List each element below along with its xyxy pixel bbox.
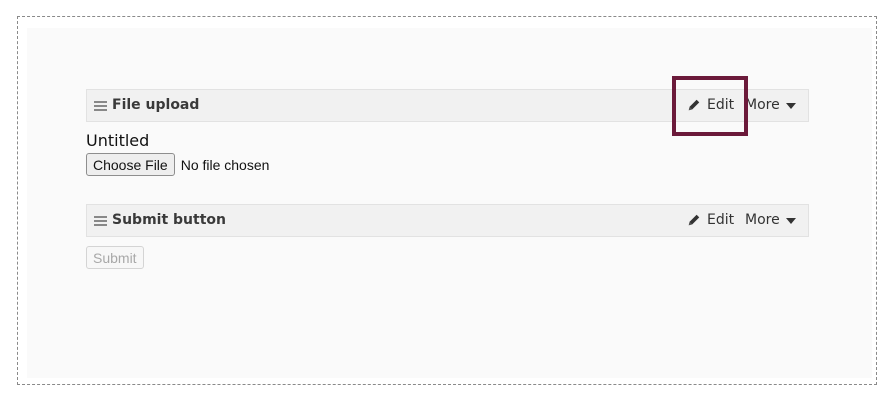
pencil-icon — [688, 99, 700, 111]
component-title: Submit button — [112, 212, 226, 228]
edit-label: Edit — [707, 97, 735, 113]
file-status-text: No file chosen — [180, 156, 270, 173]
caret-down-icon — [785, 217, 796, 224]
edit-label: Edit — [707, 212, 735, 228]
component-header-submit-button[interactable]: Submit button Edit More — [86, 204, 809, 237]
more-dropdown[interactable]: More — [745, 212, 796, 228]
drag-handle-icon[interactable] — [94, 101, 107, 111]
caret-down-icon — [785, 102, 796, 109]
edit-button[interactable]: Edit — [687, 97, 734, 113]
drag-handle-icon[interactable] — [94, 216, 107, 226]
edit-button[interactable]: Edit — [687, 212, 734, 228]
pencil-icon — [688, 214, 700, 226]
more-dropdown[interactable]: More — [745, 97, 796, 113]
component-title: File upload — [112, 97, 200, 113]
file-input[interactable]: Choose File No file chosen — [86, 153, 269, 176]
form-builder-canvas: File upload Edit More Untitled Choose Fi… — [0, 0, 896, 402]
form-panel — [27, 28, 872, 378]
submit-button: Submit — [86, 246, 144, 269]
file-field-label: Untitled — [86, 131, 150, 150]
choose-file-button[interactable]: Choose File — [86, 153, 175, 176]
more-label: More — [745, 212, 780, 228]
component-header-file-upload[interactable]: File upload Edit More — [86, 89, 809, 122]
more-label: More — [745, 97, 780, 113]
